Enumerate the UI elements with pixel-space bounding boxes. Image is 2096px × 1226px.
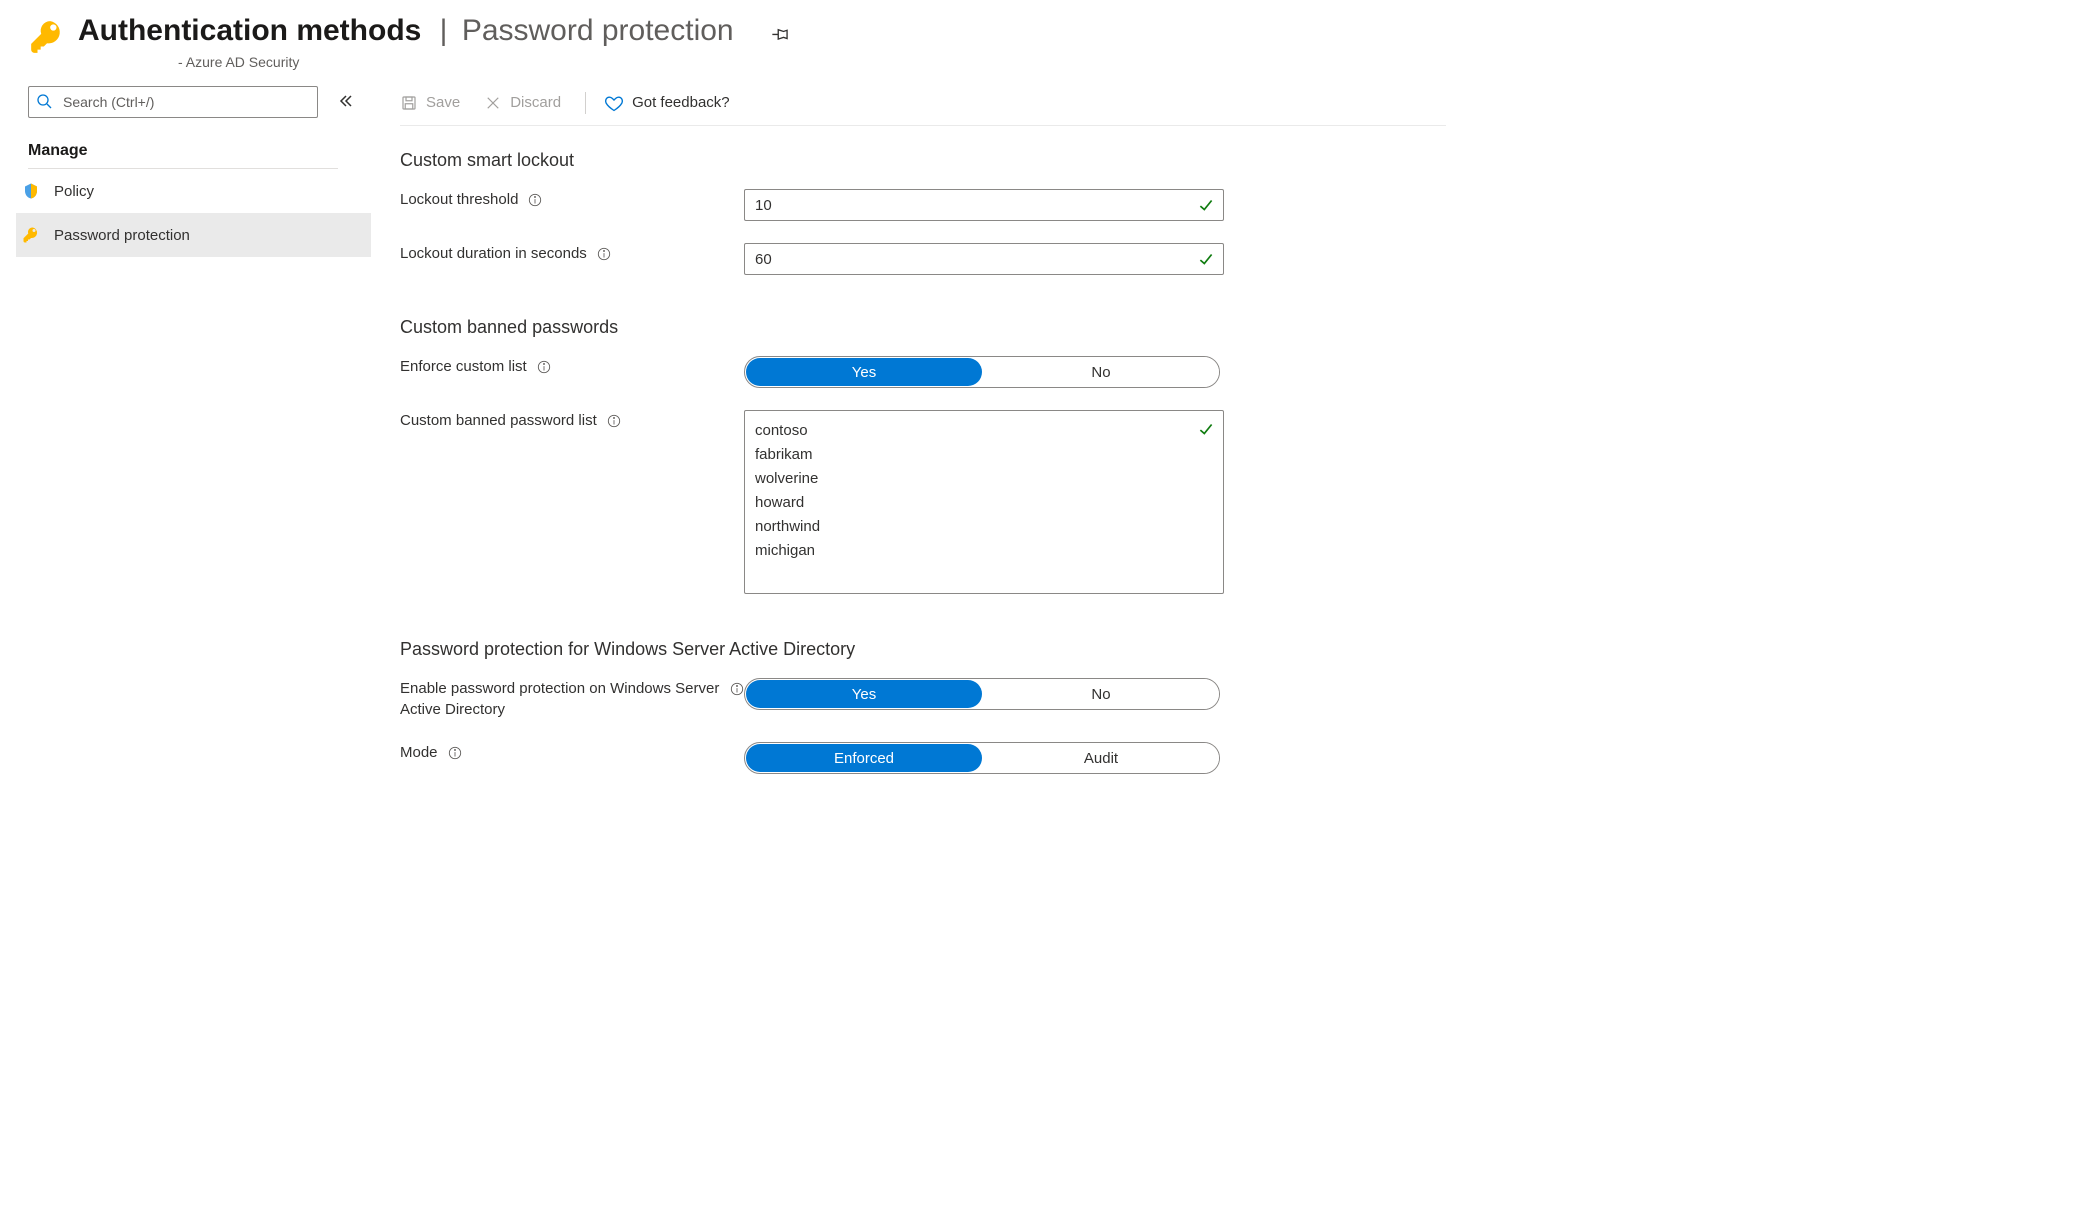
lockout-threshold-input[interactable]: [744, 189, 1224, 221]
wsad-enable-toggle: Yes No: [744, 678, 1220, 710]
toolbar-separator: [585, 92, 586, 114]
page-header: Authentication methods | Password protec…: [0, 0, 2096, 76]
lockout-duration-input[interactable]: [744, 243, 1224, 275]
enforce-no-option[interactable]: No: [983, 357, 1219, 387]
sidebar-item-label: Password protection: [54, 227, 190, 244]
mode-label: Mode: [400, 742, 438, 763]
info-icon[interactable]: [597, 246, 611, 267]
banned-list-textarea[interactable]: [744, 410, 1224, 594]
save-button[interactable]: Save: [400, 94, 460, 112]
key-icon: [22, 226, 40, 244]
checkmark-icon: [1197, 420, 1215, 441]
section-heading-smart-lockout: Custom smart lockout: [400, 150, 1448, 171]
info-icon[interactable]: [537, 359, 551, 380]
info-icon[interactable]: [730, 681, 744, 702]
feedback-button[interactable]: Got feedback?: [604, 93, 730, 113]
section-heading-wsad: Password protection for Windows Server A…: [400, 639, 1448, 660]
mode-toggle: Enforced Audit: [744, 742, 1220, 774]
close-icon: [484, 94, 502, 112]
enforce-custom-list-label: Enforce custom list: [400, 356, 527, 377]
save-label: Save: [426, 94, 460, 111]
pin-icon[interactable]: [770, 25, 790, 48]
checkmark-icon: [1197, 196, 1215, 217]
info-icon[interactable]: [607, 413, 621, 434]
discard-button[interactable]: Discard: [484, 94, 561, 112]
page-title: Authentication methods: [78, 14, 421, 48]
search-input[interactable]: [28, 86, 318, 118]
mode-audit-option[interactable]: Audit: [983, 743, 1219, 773]
title-separator: |: [431, 14, 455, 48]
mode-enforced-option[interactable]: Enforced: [746, 744, 982, 772]
lockout-threshold-label: Lockout threshold: [400, 189, 518, 210]
sidebar-item-label: Policy: [54, 183, 94, 200]
feedback-label: Got feedback?: [632, 94, 730, 111]
enforce-yes-option[interactable]: Yes: [746, 358, 982, 386]
page-subtitle: Password protection: [462, 14, 734, 48]
section-heading-banned-passwords: Custom banned passwords: [400, 317, 1448, 338]
tenant-subtitle: - Azure AD Security: [178, 54, 790, 70]
heart-icon: [604, 93, 624, 113]
search-icon: [36, 93, 52, 112]
sidebar-group-manage: Manage: [28, 142, 338, 169]
info-icon[interactable]: [448, 745, 462, 766]
wsad-enable-label: Enable password protection on Windows Se…: [400, 678, 720, 720]
info-icon[interactable]: [528, 192, 542, 213]
wsad-no-option[interactable]: No: [983, 679, 1219, 709]
collapse-sidebar-icon[interactable]: [338, 93, 354, 112]
sidebar-item-password-protection[interactable]: Password protection: [16, 213, 371, 257]
discard-label: Discard: [510, 94, 561, 111]
sidebar-item-policy[interactable]: Policy: [16, 169, 371, 213]
lockout-duration-label: Lockout duration in seconds: [400, 243, 587, 264]
save-icon: [400, 94, 418, 112]
checkmark-icon: [1197, 250, 1215, 271]
main-content: Save Discard Got feedback? Custom smart …: [400, 86, 1448, 796]
key-icon: [28, 18, 66, 56]
enforce-custom-list-toggle: Yes No: [744, 356, 1220, 388]
wsad-yes-option[interactable]: Yes: [746, 680, 982, 708]
sidebar: Manage Policy Password protection: [28, 86, 348, 257]
policy-icon: [22, 182, 40, 200]
toolbar: Save Discard Got feedback?: [400, 86, 1446, 126]
banned-list-label: Custom banned password list: [400, 410, 597, 431]
